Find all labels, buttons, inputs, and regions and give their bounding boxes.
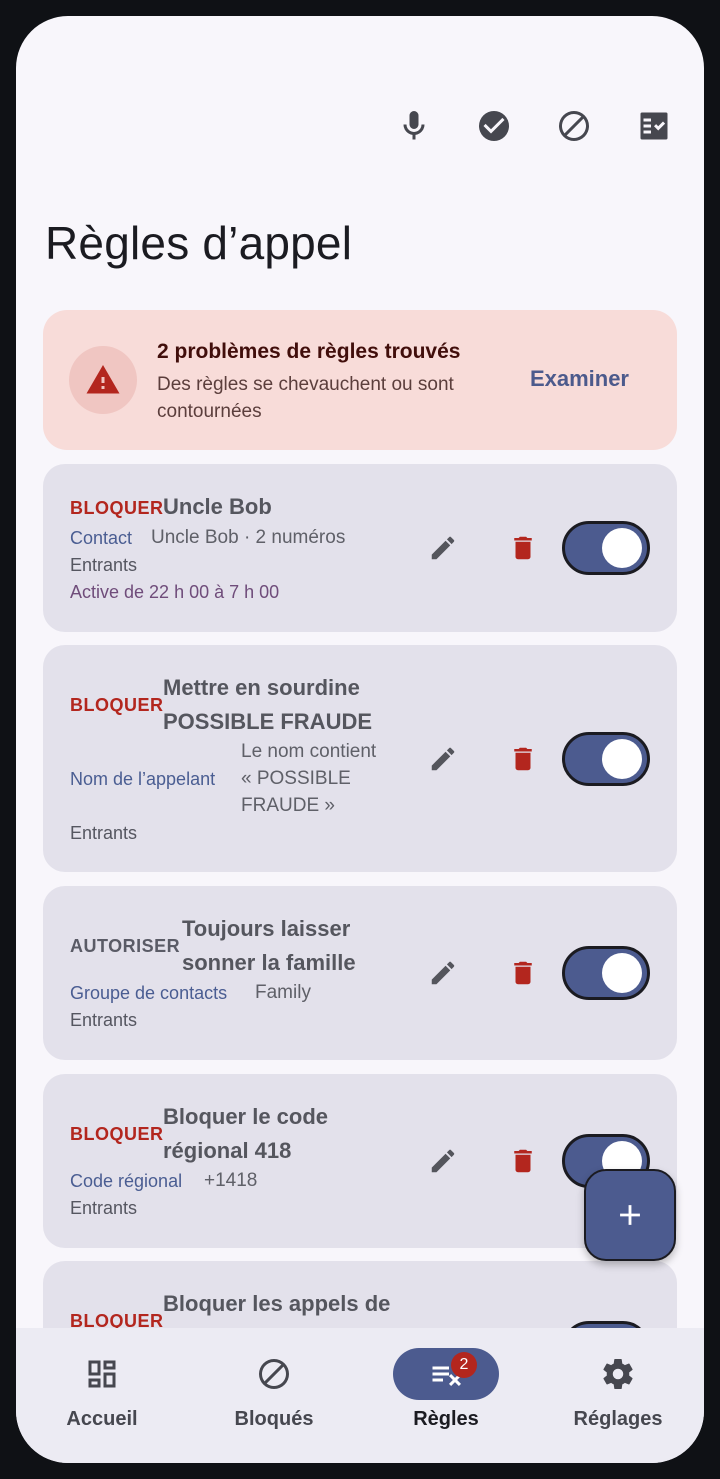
rule-kind: Nom de l’appelant (70, 769, 216, 789)
plus-icon (620, 1205, 640, 1225)
rule-verdict: BLOQUER (70, 695, 164, 715)
rule-direction: Entrants (70, 823, 138, 843)
delete-icon[interactable] (503, 739, 543, 779)
bottom-navigation: Accueil Bloqués 2 Règles Réglages (16, 1328, 704, 1463)
dashboard-icon (49, 1348, 155, 1400)
rule-card[interactable]: BLOQUER Uncle Bob Contact Uncle Bob · 2 … (43, 464, 677, 632)
toggle-knob (602, 739, 642, 779)
delete-icon[interactable] (503, 528, 543, 568)
rule-detail: +1418 (204, 1170, 258, 1191)
rule-kind: Contact (70, 528, 133, 548)
review-button[interactable]: Examiner (530, 366, 629, 392)
issues-description: Des règles se chevauchent ou sont contou… (157, 374, 454, 422)
rule-detail-line-3: FRAUDE » (241, 795, 335, 816)
rules-icon: 2 (393, 1348, 499, 1400)
rule-name-line-2: sonner la famille (182, 950, 356, 975)
block-icon[interactable] (554, 106, 594, 146)
gear-icon (565, 1348, 671, 1400)
rule-toggle[interactable] (562, 521, 650, 575)
nav-label: Accueil (66, 1408, 138, 1430)
nav-item-blocked[interactable]: Bloqués (188, 1328, 360, 1463)
delete-icon[interactable] (503, 1141, 543, 1181)
rule-verdict: AUTORISER (70, 936, 181, 956)
nav-label: Bloqués (234, 1408, 314, 1430)
checklist-icon[interactable] (634, 106, 674, 146)
edit-icon[interactable] (423, 739, 463, 779)
rule-name: Uncle Bob (163, 494, 272, 519)
mic-icon[interactable] (394, 106, 434, 146)
rule-toggle[interactable] (562, 732, 650, 786)
check-circle-icon[interactable] (474, 106, 514, 146)
rule-name-line-1: Mettre en sourdine (163, 675, 360, 700)
rules-badge: 2 (451, 1352, 477, 1378)
rule-name-line-1: Bloquer le code (163, 1104, 329, 1129)
rule-direction: Entrants (70, 1010, 138, 1030)
edit-icon[interactable] (423, 953, 463, 993)
rule-name-line-1: Bloquer les appels de (163, 1291, 391, 1316)
rule-verdict: BLOQUER (70, 498, 164, 518)
rule-schedule: Active de 22 h 00 à 7 h 00 (70, 582, 280, 602)
warning-icon (69, 346, 137, 414)
edit-icon[interactable] (423, 1141, 463, 1181)
rule-kind: Code régional (70, 1171, 183, 1191)
phone-screen: Règles d’appel 2 problèmes de règles tro… (16, 16, 704, 1463)
page-title: Règles d’appel (45, 217, 353, 269)
rule-detail: Uncle Bob · 2 numéros (151, 527, 346, 548)
toggle-knob (602, 953, 642, 993)
nav-item-settings[interactable]: Réglages (532, 1328, 704, 1463)
toggle-knob (602, 528, 642, 568)
rule-direction: Entrants (70, 1198, 138, 1218)
rule-card[interactable]: BLOQUER Bloquer le code régional 418 Cod… (43, 1074, 677, 1248)
rule-name-line-2: POSSIBLE FRAUDE (163, 709, 373, 734)
issues-title: 2 problèmes de règles trouvés (157, 340, 461, 363)
block-icon (221, 1348, 327, 1400)
rule-verdict: BLOQUER (70, 1124, 164, 1144)
top-action-bar (394, 88, 674, 164)
rule-name-line-1: Toujours laisser (182, 916, 351, 941)
nav-label: Réglages (573, 1408, 663, 1430)
rule-detail-line-1: Le nom contient (241, 741, 377, 762)
rule-name-line-2: régional 418 (163, 1138, 292, 1163)
delete-icon[interactable] (503, 953, 543, 993)
rule-card[interactable]: BLOQUER Mettre en sourdine POSSIBLE FRAU… (43, 645, 677, 872)
rule-card[interactable]: AUTORISER Toujours laisser sonner la fam… (43, 886, 677, 1060)
nav-label: Règles (413, 1408, 479, 1430)
nav-item-home[interactable]: Accueil (16, 1328, 188, 1463)
rule-detail-line-2: « POSSIBLE (241, 768, 351, 789)
rule-toggle[interactable] (562, 946, 650, 1000)
add-rule-button[interactable] (584, 1169, 676, 1261)
rule-direction: Entrants (70, 555, 138, 575)
rule-issues-card[interactable]: 2 problèmes de règles trouvés Des règles… (43, 310, 677, 450)
edit-icon[interactable] (423, 528, 463, 568)
rule-kind: Groupe de contacts (70, 983, 228, 1003)
nav-item-rules[interactable]: 2 Règles (360, 1328, 532, 1463)
rule-detail: Family (255, 982, 311, 1003)
